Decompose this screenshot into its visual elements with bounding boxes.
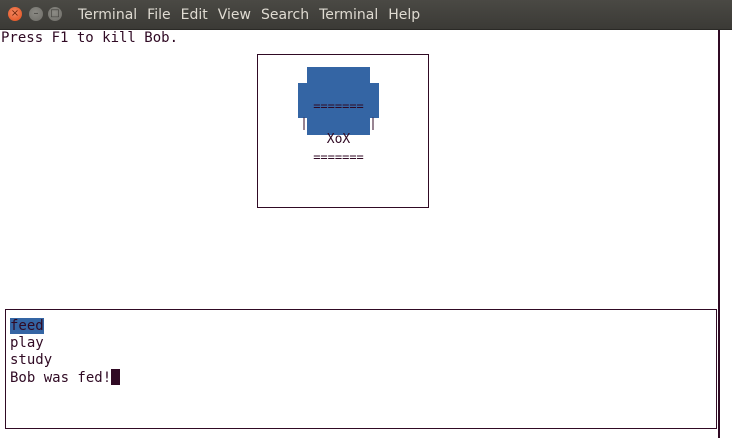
menu-help[interactable]: Help	[388, 7, 420, 23]
pet-side-left: |	[300, 116, 308, 130]
status-message: Bob was fed!	[10, 370, 112, 386]
maximize-icon[interactable]: □	[48, 7, 62, 21]
close-icon[interactable]: ×	[8, 7, 22, 21]
menu-edit[interactable]: Edit	[181, 7, 208, 23]
menu-terminal[interactable]: Terminal	[319, 7, 378, 23]
menu-search[interactable]: Search	[261, 7, 309, 23]
text-cursor	[111, 369, 121, 385]
menu-file[interactable]: File	[147, 7, 170, 23]
scrollbar[interactable]	[718, 30, 732, 438]
menu-bar: Terminal File Edit View Search Terminal …	[78, 0, 430, 29]
pet-face: XoX	[326, 132, 351, 147]
app-title: Terminal	[78, 6, 138, 23]
header-line: Press F1 to kill Bob.	[1, 30, 179, 46]
menu-option-play[interactable]: play	[10, 335, 44, 352]
menu-view[interactable]: View	[218, 7, 251, 23]
status-line: Bob was fed!	[10, 369, 121, 387]
menu-option-study[interactable]: study	[10, 352, 52, 369]
pet-bottom-border: =======	[313, 150, 364, 164]
pet-right-side	[369, 83, 379, 118]
selected-option-label: feed	[10, 318, 44, 334]
pet-top-border: =======	[313, 99, 364, 113]
minimize-icon[interactable]: –	[29, 7, 43, 21]
pet-side-right: |	[369, 116, 377, 130]
menu-option-feed[interactable]: feed	[10, 318, 44, 335]
title-bar: × – □ Terminal File Edit View Search Ter…	[0, 0, 732, 30]
